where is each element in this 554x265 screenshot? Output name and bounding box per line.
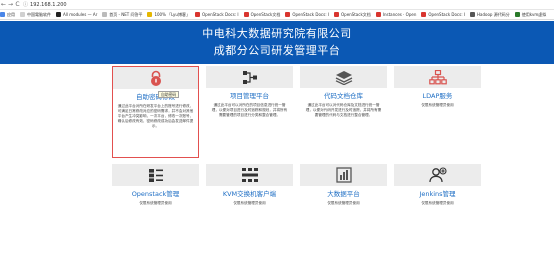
card-title: Openstack管理 xyxy=(131,190,180,198)
bookmark-label: OpenStack文档 xyxy=(250,11,281,17)
bookmark-label: 中国電脑软件 xyxy=(27,11,51,17)
card-kvm-switch-client[interactable]: KVM交换机客户端 仅限系统管理员使用 xyxy=(206,164,293,265)
card-icon-area xyxy=(113,67,198,89)
card-project-management[interactable]: 项目管理平台 通过此平台可以对所在的项目信息进行统一管理，以便对项目进行及时追踪… xyxy=(206,66,293,158)
bookmark-label: OpenStack Docs: I xyxy=(201,11,239,17)
bookmark-label: Instances · Open xyxy=(382,11,417,17)
bookmark-item[interactable]: OpenStack Docs: I xyxy=(421,10,466,19)
server-list-icon xyxy=(148,168,163,182)
card-title: 代码文档仓库 xyxy=(324,92,363,100)
card-icon-area xyxy=(206,66,293,88)
bookmark-label: 100% 「Lyu博客」 xyxy=(154,11,190,17)
card-icon-area xyxy=(300,66,387,88)
bookmark-icon xyxy=(285,12,291,17)
bookmark-item[interactable]: OpenStack文档 xyxy=(243,10,281,19)
bookmark-item[interactable]: 使用kvm虚拟 xyxy=(514,10,547,19)
bookmark-label: OpenStack Docs: I xyxy=(428,11,466,17)
card-description: 通过此平台可以对所在的项目信息进行统一管理，以便对项目进行及时追踪和规划，并将所… xyxy=(211,103,288,117)
card-password-reset[interactable]: 自助密码修改 通过此平台对所在研发平台上的账号进行修改，可满足日常修改对应的密码… xyxy=(112,66,199,158)
card-icon-area xyxy=(112,164,199,186)
url-field[interactable]: 192.168.1.200 xyxy=(30,0,67,10)
bookmark-icon xyxy=(375,12,381,17)
card-description: 通过此平台可以对代码仓库及文档进行统一管理，以便对代码开发进行及时追踪，并将所有… xyxy=(305,103,382,117)
bookmark-icon xyxy=(0,12,5,17)
card-jenkins-management[interactable]: Jenkins管理 仅限系统管理员使用 xyxy=(394,164,481,265)
site-header: 中电科大数据研究院有限公司 成都分公司研发管理平台 xyxy=(0,21,554,64)
info-icon: ⓘ xyxy=(23,1,29,8)
data-icon xyxy=(335,167,352,183)
service-cards: 自助密码修改 通过此平台对所在研发平台上的账号进行修改，可满足日常修改对应的密码… xyxy=(0,64,554,265)
bookmark-icon xyxy=(470,12,476,17)
bookmark-icon xyxy=(334,12,339,17)
card-icon-area xyxy=(206,164,293,186)
card-icon-area xyxy=(394,164,481,186)
bookmark-icon xyxy=(56,12,61,17)
card-description: 仅限系统管理员使用 xyxy=(327,201,360,205)
bookmark-item[interactable]: 应用 xyxy=(0,10,15,19)
sitemap-icon xyxy=(242,70,257,84)
lock-icon xyxy=(150,70,161,86)
tooltip: 自助密码 xyxy=(158,91,180,98)
card-icon-area xyxy=(300,164,387,186)
bookmark-item[interactable]: OpenStack Docs: I xyxy=(285,10,329,19)
bookmark-icon xyxy=(147,12,153,17)
bookmark-label: 首页 - NET 问答平 xyxy=(109,11,143,17)
reload-button[interactable]: C xyxy=(14,0,21,10)
card-description: 通过此平台对所在研发平台上的账号进行修改，可满足日常修改对应的密码需求，并不会对… xyxy=(117,104,194,128)
card-title: Jenkins管理 xyxy=(419,190,456,198)
bookmark-item[interactable]: 中国電脑软件 xyxy=(20,10,51,19)
bookmark-label: 应用 xyxy=(7,11,15,17)
card-icon-area xyxy=(394,66,481,88)
card-title: LDAP服务 xyxy=(422,92,453,100)
bookmark-label: Hadoop 源代码分 xyxy=(477,11,510,17)
bookmark-icon xyxy=(243,12,249,17)
bookmark-item[interactable]: All modules — Ar xyxy=(56,10,98,19)
card-description: 仅限系统管理员使用 xyxy=(421,201,454,205)
hierarchy-icon xyxy=(428,69,447,84)
bookmark-label: 使用kvm虚拟 xyxy=(521,11,547,17)
card-code-repository[interactable]: 代码文档仓库 通过此平台可以对代码仓库及文档进行统一管理，以便对代码开发进行及时… xyxy=(300,66,387,158)
card-title: 自助密码修改 xyxy=(136,93,175,101)
bookmark-item[interactable]: 100% 「Lyu博客」 xyxy=(147,10,190,19)
user-add-icon xyxy=(428,167,447,183)
bookmark-item[interactable]: Hadoop 源代码分 xyxy=(470,10,510,19)
back-button[interactable]: ← xyxy=(0,0,7,10)
bookmark-item[interactable]: 首页 - NET 问答平 xyxy=(102,10,143,19)
card-title: 大数据平台 xyxy=(327,190,360,198)
bookmark-label: OpenStack Docs: I xyxy=(292,11,329,17)
card-title: KVM交换机客户端 xyxy=(222,190,277,198)
bookmarks-bar: 应用 中国電脑软件 All modules — Ar 首页 - NET 问答平 100%… xyxy=(0,10,554,20)
bookmark-item[interactable]: OpenStack文档 xyxy=(334,10,371,19)
bookmark-icon xyxy=(421,12,427,17)
card-title: 项目管理平台 xyxy=(230,92,269,100)
bookmark-item[interactable]: Instances · Open xyxy=(375,10,417,19)
bookmark-icon xyxy=(194,12,200,17)
layers-icon xyxy=(335,70,352,85)
bookmark-item[interactable]: OpenStack Docs: I xyxy=(194,10,239,19)
card-description: 仅限系统管理员使用 xyxy=(233,201,266,205)
network-grid-icon xyxy=(241,168,258,182)
card-ldap-service[interactable]: LDAP服务 仅限系统管理员使用 xyxy=(394,66,481,158)
forward-button[interactable]: → xyxy=(7,0,14,10)
card-openstack-management[interactable]: Openstack管理 仅限系统管理员使用 xyxy=(112,164,199,265)
card-description: 仅限系统管理员使用 xyxy=(139,201,172,205)
bookmark-icon xyxy=(20,12,25,17)
page-subtitle: 成都分公司研发管理平台 xyxy=(213,44,341,57)
card-description: 仅限系统管理员使用 xyxy=(421,103,454,107)
bookmark-label: OpenStack文档 xyxy=(341,11,371,17)
bookmark-icon xyxy=(514,12,520,17)
bookmark-label: All modules — Ar xyxy=(63,11,98,17)
page-title: 中电科大数据研究院有限公司 xyxy=(202,27,352,40)
bookmark-icon xyxy=(102,12,108,17)
browser-address-bar: ← → C ⓘ 192.168.1.200 xyxy=(0,0,554,10)
card-big-data-platform[interactable]: 大数据平台 仅限系统管理员使用 xyxy=(300,164,387,265)
